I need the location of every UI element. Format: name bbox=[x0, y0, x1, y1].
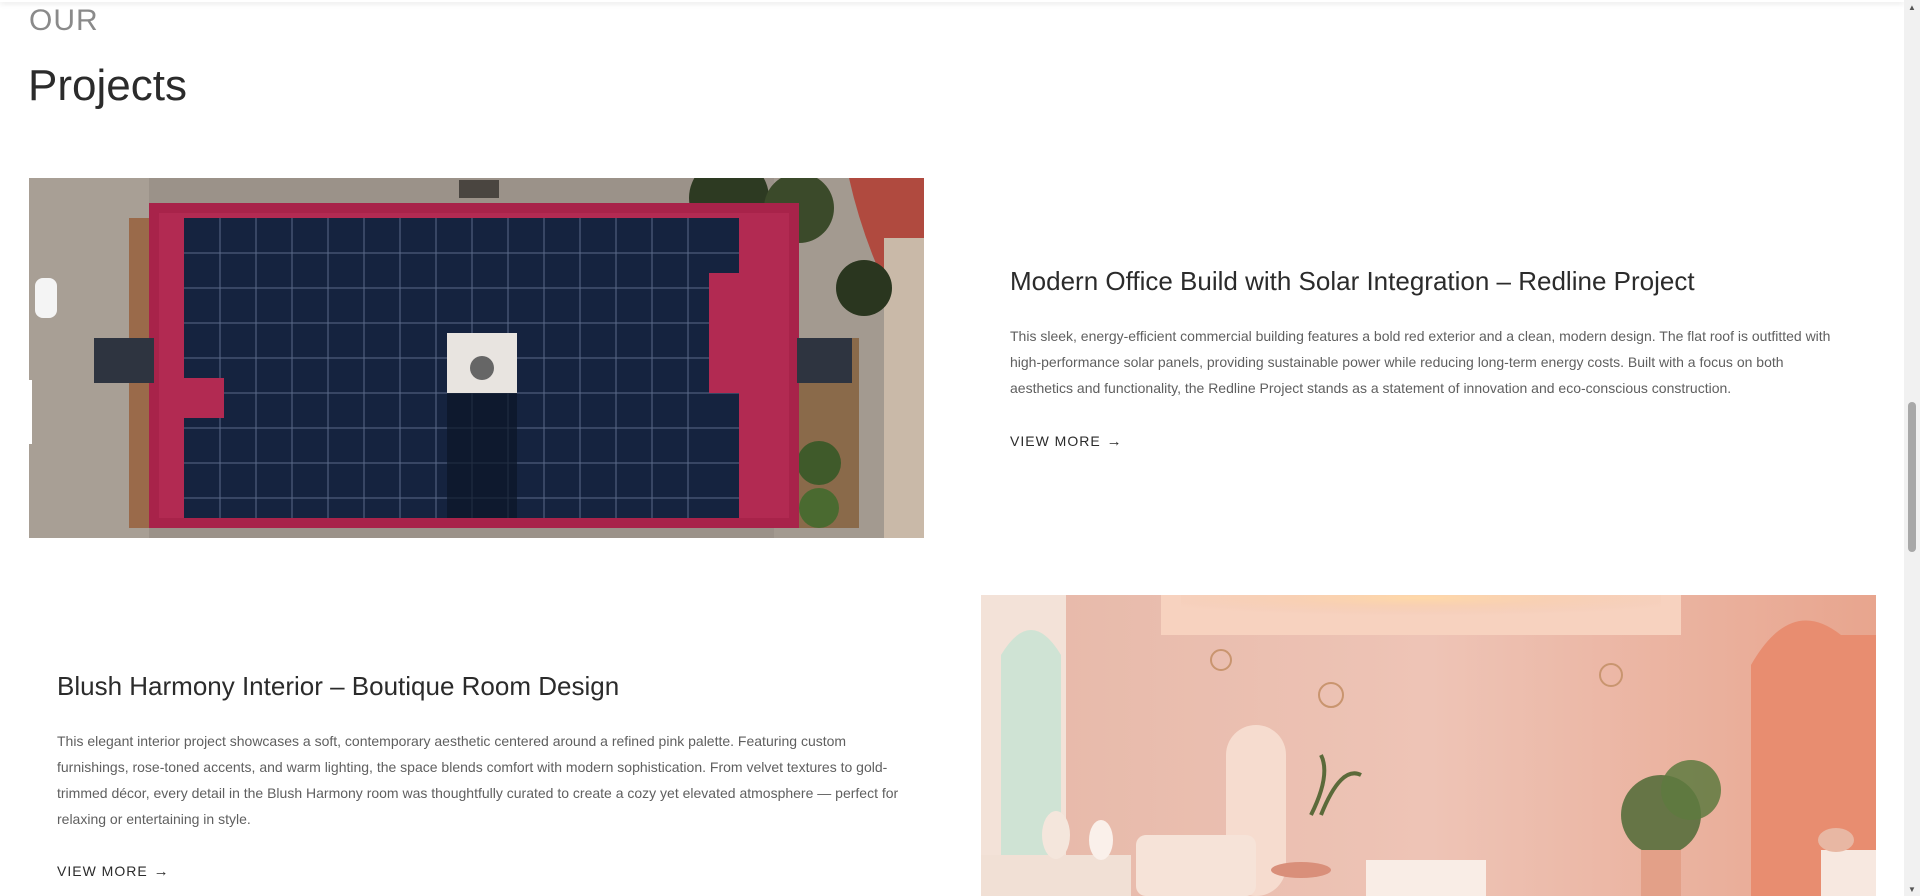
view-more-label: VIEW MORE bbox=[57, 863, 148, 879]
header-shadow bbox=[0, 0, 1904, 2]
view-more-link[interactable]: VIEW MORE → bbox=[57, 863, 170, 879]
scroll-up-icon[interactable]: ▲ bbox=[1904, 0, 1920, 14]
project-description: This sleek, energy-efficient commercial … bbox=[1010, 328, 1831, 396]
page-scrollbar[interactable]: ▲ ▼ bbox=[1904, 0, 1920, 896]
project-title: Blush Harmony Interior – Boutique Room D… bbox=[57, 671, 620, 701]
project-description: This elegant interior project showcases … bbox=[57, 733, 899, 827]
view-more-label: VIEW MORE bbox=[1010, 433, 1101, 449]
scroll-down-icon[interactable]: ▼ bbox=[1904, 882, 1920, 896]
view-more-link[interactable]: VIEW MORE → bbox=[1010, 433, 1123, 449]
section-title: Projects bbox=[28, 61, 187, 110]
section-eyebrow: OUR bbox=[29, 4, 99, 37]
arrow-right-icon: → bbox=[153, 862, 170, 880]
project-image-pink-interior[interactable] bbox=[981, 595, 1876, 896]
arrow-right-icon: → bbox=[1106, 432, 1123, 450]
image-edge-marker bbox=[29, 380, 32, 444]
project-image-solar-building[interactable] bbox=[29, 178, 924, 538]
scrollbar-thumb[interactable] bbox=[1908, 402, 1916, 552]
project-title: Modern Office Build with Solar Integrati… bbox=[1010, 266, 1695, 296]
